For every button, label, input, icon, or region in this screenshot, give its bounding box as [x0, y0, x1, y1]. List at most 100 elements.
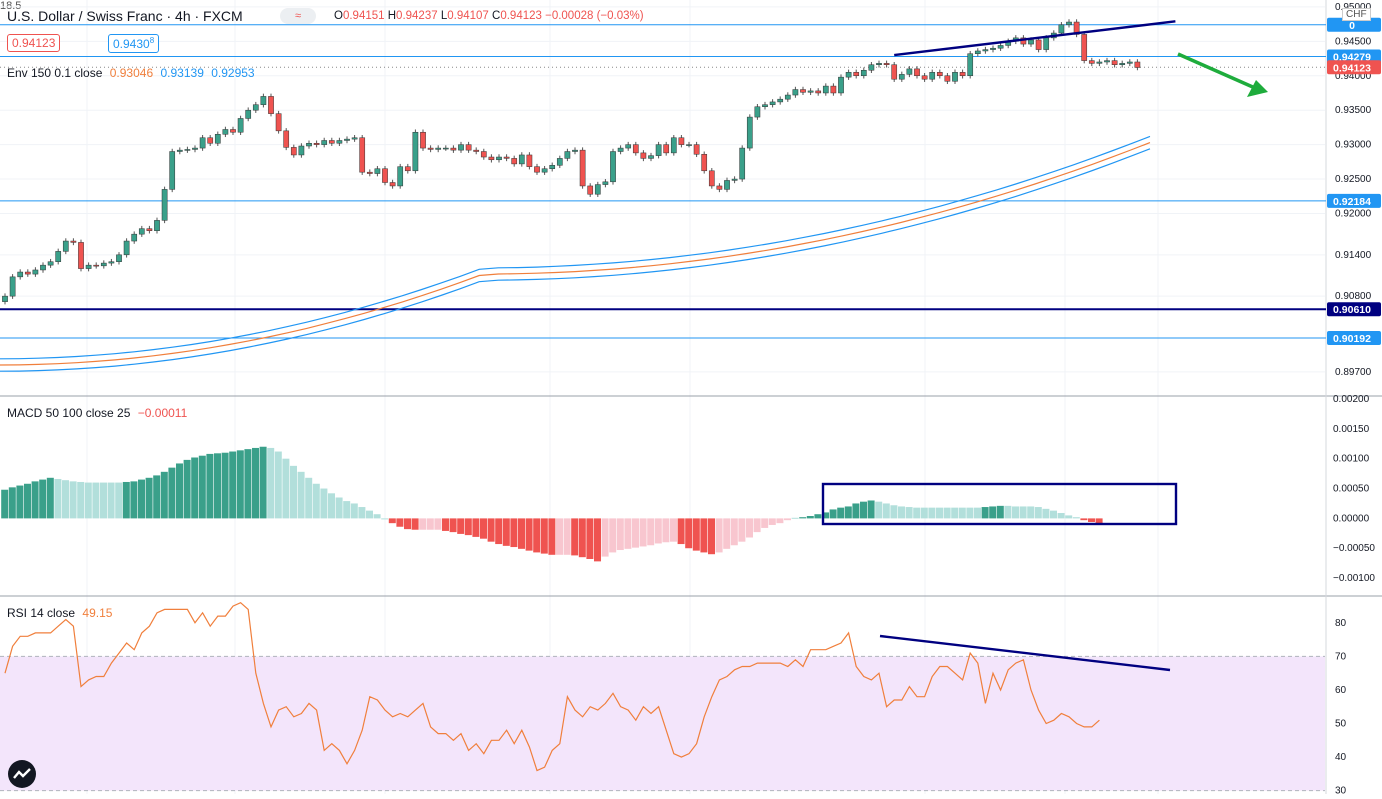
buy-price-button[interactable]: 0.94308 [108, 34, 160, 53]
candle-body[interactable] [769, 101, 776, 105]
candle-body[interactable] [184, 149, 191, 151]
candle-body[interactable] [959, 72, 966, 77]
candle-body[interactable] [442, 147, 449, 150]
candle-body[interactable] [997, 45, 1004, 49]
candle-body[interactable] [655, 144, 662, 156]
tradingview-logo-icon[interactable] [8, 760, 36, 788]
candle-body[interactable] [982, 49, 989, 52]
candle-body[interactable] [739, 147, 746, 180]
candle-body[interactable] [427, 147, 434, 150]
candle-body[interactable] [70, 240, 77, 243]
candle-body[interactable] [754, 106, 761, 118]
candle-body[interactable] [1088, 60, 1095, 64]
candle-body[interactable] [1081, 34, 1088, 61]
candle-body[interactable] [321, 140, 328, 145]
price-trendline[interactable] [894, 20, 1176, 57]
candle-body[interactable] [222, 129, 229, 135]
candle-body[interactable] [1111, 60, 1118, 65]
candle-body[interactable] [214, 134, 221, 144]
candle-body[interactable] [1028, 39, 1034, 45]
chart-canvas[interactable]: 0.950000.945000.940000.935000.930000.925… [0, 0, 1382, 797]
candle-body[interactable] [1104, 60, 1110, 63]
candle-body[interactable] [579, 149, 586, 187]
candle-body[interactable] [435, 147, 442, 150]
candle-body[interactable] [169, 151, 176, 190]
candle-body[interactable] [587, 185, 594, 195]
candle-body[interactable] [564, 151, 571, 159]
candle-body[interactable] [290, 147, 297, 156]
candle-body[interactable] [708, 170, 715, 187]
candle-body[interactable] [990, 47, 996, 50]
candle-body[interactable] [123, 240, 130, 256]
candle-body[interactable] [450, 147, 457, 151]
candle-body[interactable] [192, 147, 198, 150]
candle-body[interactable] [62, 240, 69, 252]
candle-body[interactable] [784, 94, 791, 100]
candle-body[interactable] [9, 276, 16, 297]
bearish-arrow-shaft[interactable] [1177, 52, 1256, 90]
candle-body[interactable] [420, 131, 426, 149]
candle-body[interactable] [473, 149, 480, 152]
candle-body[interactable] [845, 72, 852, 78]
candle-body[interactable] [176, 149, 183, 152]
candle-body[interactable] [701, 154, 708, 172]
candle-body[interactable] [465, 144, 472, 151]
candle-body[interactable] [724, 180, 730, 190]
candle-body[interactable] [838, 76, 844, 94]
candle-body[interactable] [366, 171, 373, 174]
candle-body[interactable] [526, 154, 533, 167]
candle-body[interactable] [549, 165, 556, 169]
candle-body[interactable] [480, 151, 487, 158]
candle-body[interactable] [389, 182, 396, 187]
candle-body[interactable] [1126, 61, 1133, 64]
candle-body[interactable] [146, 228, 153, 231]
candle-body[interactable] [830, 85, 837, 94]
candle-body[interactable] [860, 69, 867, 77]
candle-body[interactable] [936, 72, 943, 77]
candle-body[interactable] [625, 144, 632, 149]
candle-body[interactable] [898, 74, 905, 80]
macd-legend[interactable]: MACD 50 100 close 25 −0.00011 [7, 406, 191, 420]
candle-body[interactable] [1096, 61, 1103, 64]
candle-body[interactable] [161, 189, 168, 221]
candle-body[interactable] [268, 96, 274, 114]
candle-body[interactable] [1058, 24, 1065, 34]
candle-body[interactable] [541, 168, 548, 173]
candle-body[interactable] [252, 104, 259, 111]
candle-body[interactable] [974, 50, 981, 54]
candle-body[interactable] [693, 144, 700, 155]
candle-body[interactable] [108, 261, 115, 264]
candle-body[interactable] [929, 72, 936, 80]
candle-body[interactable] [876, 63, 882, 65]
candle-body[interactable] [731, 178, 738, 181]
candle-body[interactable] [648, 155, 654, 159]
candle-body[interactable] [906, 68, 913, 75]
candle-body[interactable] [1134, 61, 1141, 68]
candle-body[interactable] [815, 90, 822, 94]
candle-body[interactable] [237, 118, 244, 133]
candle-body[interactable] [382, 168, 388, 183]
candle-body[interactable] [199, 137, 206, 149]
candle-body[interactable] [328, 140, 335, 144]
candle-body[interactable] [397, 166, 404, 187]
candle-body[interactable] [1066, 21, 1072, 26]
candle-body[interactable] [24, 271, 31, 275]
candle-body[interactable] [55, 251, 62, 262]
candle-body[interactable] [853, 72, 860, 77]
trading-chart[interactable]: 0.950000.945000.940000.935000.930000.925… [0, 0, 1382, 797]
candle-body[interactable] [921, 75, 928, 80]
candle-body[interactable] [663, 144, 670, 154]
candle-body[interactable] [594, 184, 601, 195]
candle-body[interactable] [670, 137, 677, 154]
candle-body[interactable] [678, 137, 685, 145]
currency-label[interactable]: CHF [1342, 8, 1371, 21]
candle-body[interactable] [944, 75, 951, 82]
candle-body[interactable] [1119, 63, 1126, 65]
candle-body[interactable] [488, 156, 495, 161]
candle-body[interactable] [359, 137, 366, 173]
candle-body[interactable] [116, 254, 122, 262]
candle-body[interactable] [2, 295, 8, 302]
candle-body[interactable] [313, 142, 320, 145]
candle-body[interactable] [686, 144, 692, 146]
candle-body[interactable] [412, 131, 419, 172]
